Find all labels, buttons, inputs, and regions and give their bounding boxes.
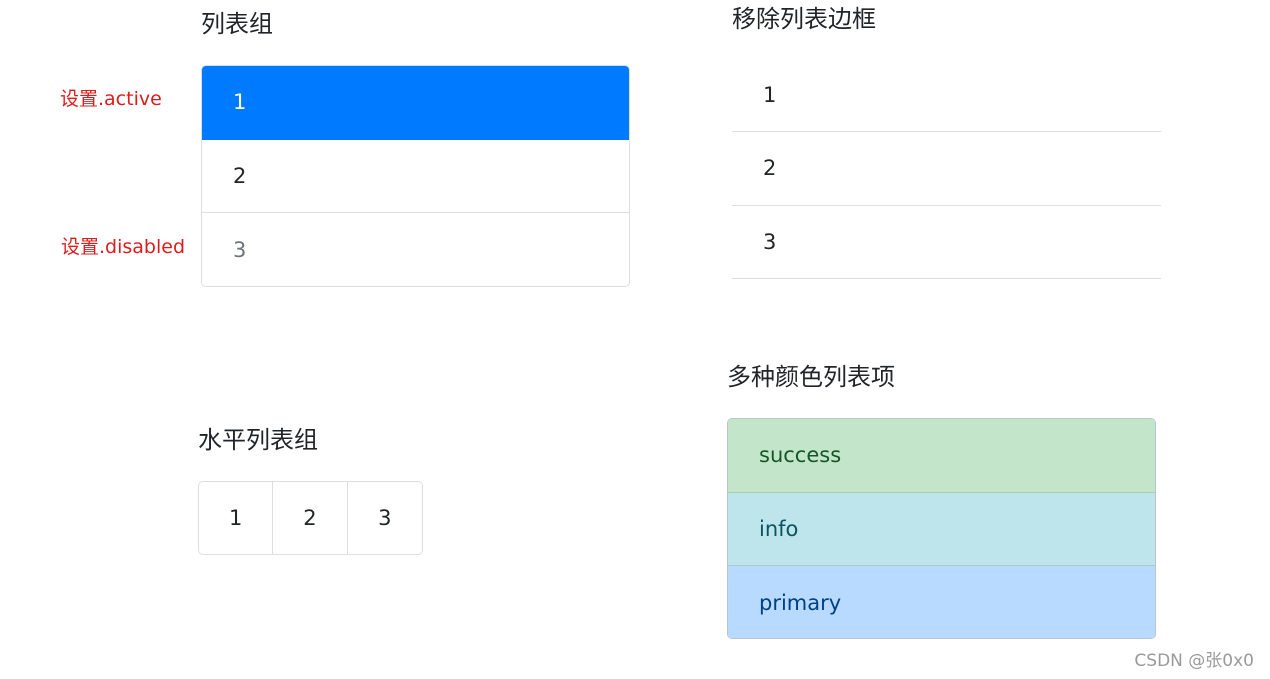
list-item[interactable]: 2 bbox=[732, 132, 1161, 206]
flush-list-group: 1 2 3 bbox=[732, 59, 1161, 279]
horizontal-list-group: 1 2 3 bbox=[198, 481, 423, 555]
horizontal-list-item[interactable]: 1 bbox=[199, 482, 274, 554]
list-item[interactable]: 2 bbox=[202, 140, 629, 214]
list-item-disabled: 3 bbox=[233, 238, 247, 263]
watermark: CSDN @张0x0 bbox=[1134, 651, 1254, 671]
horizontal-list-item[interactable]: 2 bbox=[273, 482, 348, 554]
flush-list-title: 移除列表边框 bbox=[732, 5, 876, 33]
list-group-title: 列表组 bbox=[201, 10, 273, 38]
list-item[interactable]: 1 bbox=[732, 59, 1161, 133]
list-item-active[interactable]: 1 bbox=[202, 66, 629, 140]
list-item-primary[interactable]: primary bbox=[728, 566, 1155, 638]
page: 列表组 设置.active 设置.disabled 1 2 3 移除列表边框 1… bbox=[0, 0, 1270, 679]
list-item-success[interactable]: success bbox=[728, 419, 1155, 493]
horizontal-list-item[interactable]: 3 bbox=[348, 482, 422, 554]
colored-list-group: success info primary bbox=[727, 418, 1156, 639]
list-item[interactable]: 3 bbox=[732, 206, 1161, 279]
list-group: 1 2 3 bbox=[201, 65, 630, 287]
colored-list-title: 多种颜色列表项 bbox=[727, 363, 895, 391]
active-annotation: 设置.active bbox=[60, 88, 162, 110]
list-item-info[interactable]: info bbox=[728, 492, 1155, 567]
disabled-annotation: 设置.disabled bbox=[61, 236, 186, 258]
horizontal-list-title: 水平列表组 bbox=[198, 426, 318, 454]
